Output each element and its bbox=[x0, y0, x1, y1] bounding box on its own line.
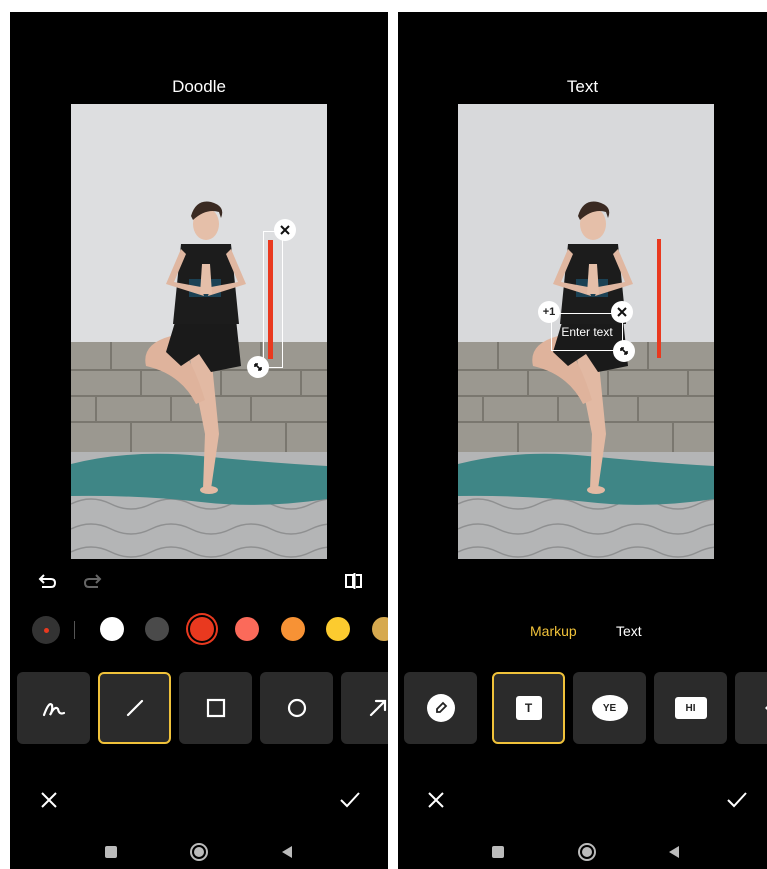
close-icon bbox=[280, 225, 290, 235]
cancel-button[interactable] bbox=[40, 791, 58, 814]
resize-stroke-handle[interactable] bbox=[247, 356, 269, 378]
redo-icon bbox=[83, 574, 102, 588]
rectangle-icon bbox=[206, 698, 225, 718]
color-swatch-yellow[interactable] bbox=[326, 617, 350, 641]
color-swatch-red-selected[interactable] bbox=[190, 617, 214, 641]
text-tool-icon: T bbox=[515, 696, 542, 720]
text-box[interactable]: Enter text bbox=[551, 313, 623, 351]
doodle-screen: Doodle bbox=[10, 12, 388, 869]
photo-canvas[interactable]: Enter text +1 bbox=[458, 104, 714, 559]
tool-arrow[interactable] bbox=[341, 672, 388, 744]
page-title: Text bbox=[566, 77, 599, 96]
line-icon bbox=[126, 699, 143, 717]
duplicate-text-button[interactable]: +1 bbox=[538, 301, 560, 323]
back-triangle-icon bbox=[669, 846, 679, 858]
nav-back-button[interactable] bbox=[667, 845, 681, 864]
nav-recents-button[interactable] bbox=[492, 846, 504, 858]
tool-sign[interactable] bbox=[735, 672, 767, 744]
tool-text[interactable]: T bbox=[492, 672, 565, 744]
text-box-placeholder: Enter text bbox=[561, 325, 613, 339]
resize-icon bbox=[254, 363, 262, 371]
tool-speech-bubble-ye[interactable]: YE bbox=[573, 672, 646, 744]
square-icon bbox=[105, 846, 117, 858]
tool-pen[interactable] bbox=[404, 672, 477, 744]
tab-text[interactable]: Text bbox=[616, 623, 642, 639]
home-circle-icon bbox=[578, 843, 596, 861]
circle-icon bbox=[287, 698, 306, 718]
rect-bubble-icon: HI bbox=[674, 697, 707, 719]
tab-markup[interactable]: Markup bbox=[530, 623, 577, 639]
tool-circle[interactable] bbox=[260, 672, 333, 744]
close-icon bbox=[428, 792, 444, 808]
nav-back-button[interactable] bbox=[280, 845, 294, 864]
close-icon bbox=[617, 307, 627, 317]
bubble-hi-label: HI bbox=[685, 702, 696, 714]
color-swatch-coral[interactable] bbox=[235, 617, 259, 641]
bubble-ye-label: YE bbox=[602, 702, 617, 714]
undo-button[interactable] bbox=[38, 572, 58, 595]
doodle-stroke[interactable] bbox=[657, 239, 661, 358]
pen-icon bbox=[426, 694, 455, 722]
color-swatch-gold[interactable] bbox=[372, 617, 388, 641]
resize-icon bbox=[620, 347, 628, 355]
confirm-button[interactable] bbox=[339, 791, 361, 814]
cancel-button[interactable] bbox=[427, 791, 445, 814]
page-title: Doodle bbox=[172, 77, 226, 96]
tool-rectangle[interactable] bbox=[179, 672, 252, 744]
check-icon bbox=[727, 792, 747, 808]
delete-text-button[interactable] bbox=[611, 301, 633, 323]
close-icon bbox=[41, 792, 57, 808]
duplicate-badge: +1 bbox=[542, 306, 556, 318]
photo-canvas[interactable] bbox=[71, 104, 327, 559]
freehand-icon bbox=[42, 703, 65, 717]
nav-recents-button[interactable] bbox=[105, 846, 117, 858]
selection-box[interactable] bbox=[263, 231, 283, 368]
brush-size-dot bbox=[43, 627, 49, 633]
color-swatch-white[interactable] bbox=[100, 617, 124, 641]
text-screen: Text Enter text +1 Markup Text T YE HI bbox=[398, 12, 767, 869]
color-swatch-gray[interactable] bbox=[145, 617, 169, 641]
home-circle-icon bbox=[190, 843, 208, 861]
redo-button[interactable] bbox=[82, 572, 102, 595]
arrow-icon bbox=[369, 699, 386, 717]
check-icon bbox=[340, 792, 360, 808]
tool-speech-bubble-hi[interactable]: HI bbox=[654, 672, 727, 744]
compare-button[interactable] bbox=[344, 572, 364, 595]
divider bbox=[74, 621, 75, 639]
square-icon bbox=[492, 846, 504, 858]
brush-size-button[interactable] bbox=[32, 616, 60, 644]
text-glyph: T bbox=[524, 701, 533, 715]
confirm-button[interactable] bbox=[726, 791, 748, 814]
tool-line[interactable] bbox=[98, 672, 171, 744]
tool-freehand[interactable] bbox=[17, 672, 90, 744]
speech-bubble-icon: YE bbox=[591, 695, 628, 721]
back-triangle-icon bbox=[282, 846, 292, 858]
nav-home-button[interactable] bbox=[577, 842, 597, 867]
undo-icon bbox=[38, 574, 57, 588]
nav-home-button[interactable] bbox=[189, 842, 209, 867]
delete-stroke-button[interactable] bbox=[274, 219, 296, 241]
resize-text-handle[interactable] bbox=[613, 340, 635, 362]
photo-image bbox=[71, 104, 327, 559]
color-swatch-orange[interactable] bbox=[281, 617, 305, 641]
sign-icon bbox=[764, 705, 767, 711]
compare-icon bbox=[345, 573, 362, 589]
